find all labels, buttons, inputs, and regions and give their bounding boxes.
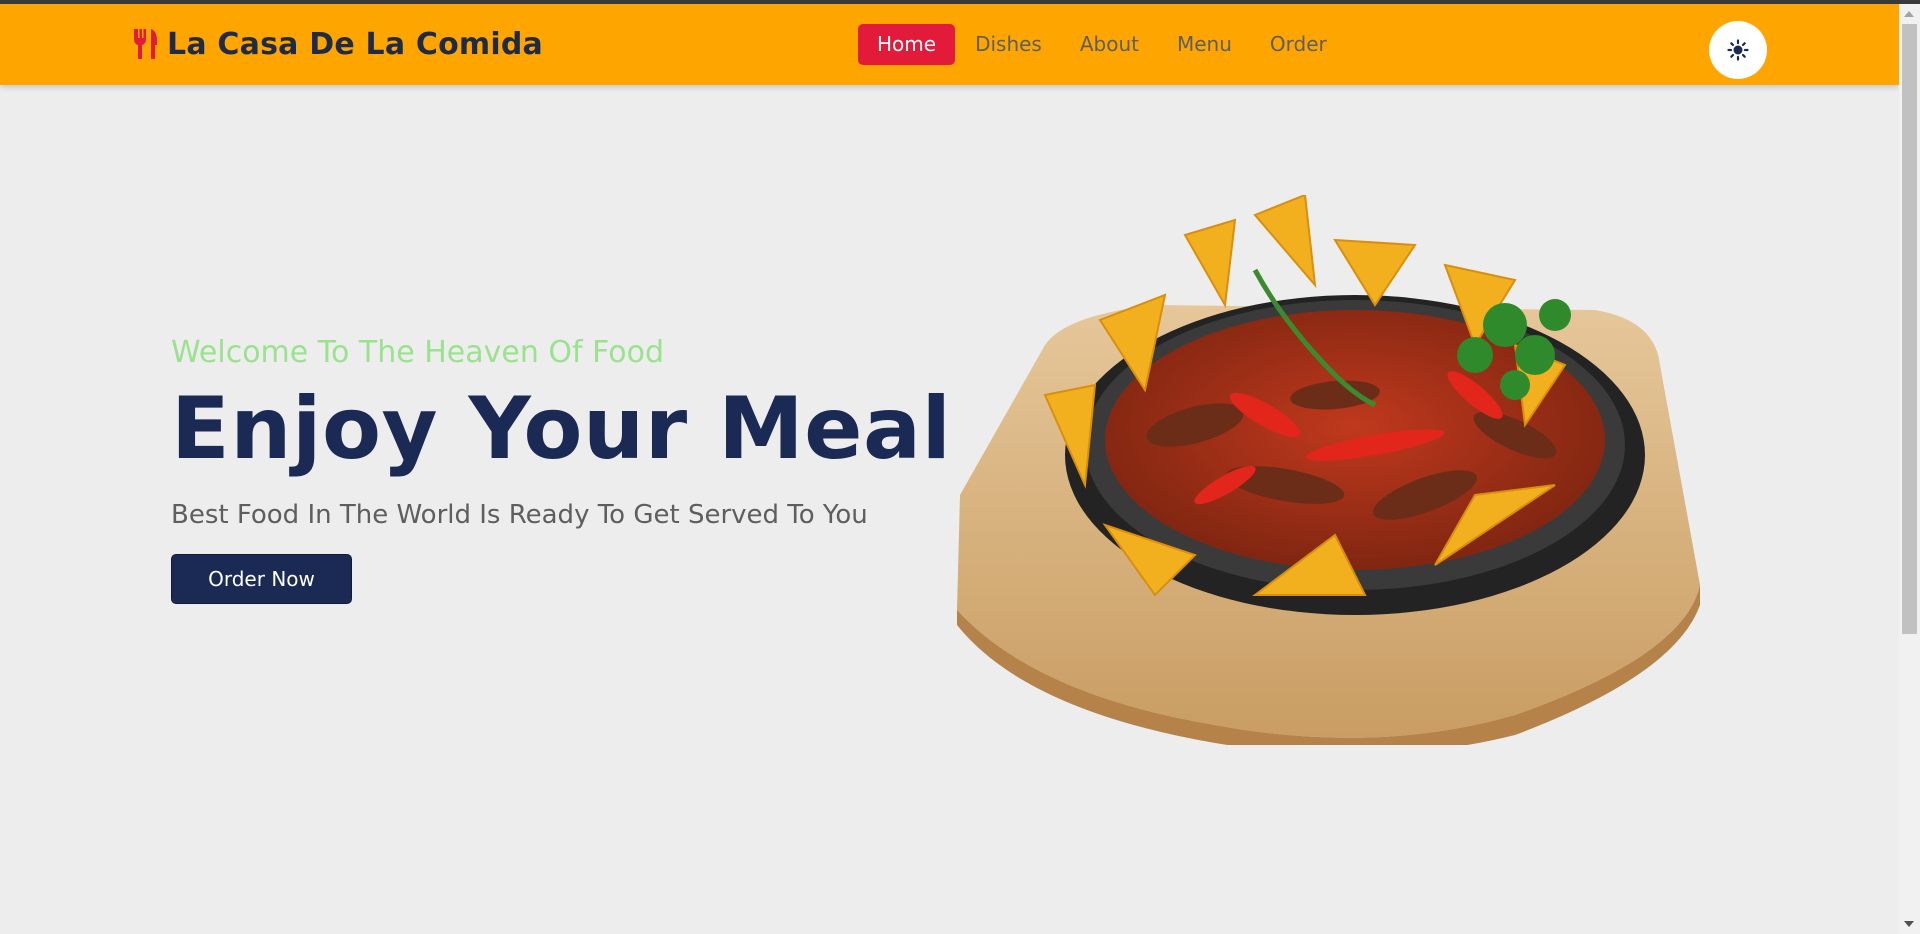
scrollbar-thumb[interactable] [1902, 24, 1917, 634]
hero-welcome-text: Welcome To The Heaven Of Food [171, 335, 665, 370]
theme-toggle-button[interactable] [1709, 21, 1767, 79]
nav-item-dishes[interactable]: Dishes [956, 24, 1061, 65]
page-scrollbar[interactable] [1899, 4, 1920, 934]
main-nav: Home Dishes About Menu Order [858, 24, 1346, 65]
nav-item-menu[interactable]: Menu [1158, 24, 1251, 65]
scroll-up-arrow-icon[interactable] [1904, 11, 1914, 17]
brand-logo-link[interactable]: La Casa De La Comida [131, 24, 543, 64]
hero-section: Welcome To The Heaven Of Food Enjoy Your… [171, 335, 971, 605]
scroll-down-arrow-icon[interactable] [1904, 921, 1914, 927]
navbar: La Casa De La Comida Home Dishes About M… [0, 4, 1899, 85]
hero-headline: Enjoy Your Meal [171, 379, 952, 479]
order-now-button[interactable]: Order Now [171, 554, 352, 605]
utensils-icon [134, 29, 157, 59]
nav-item-order[interactable]: Order [1251, 24, 1346, 65]
sun-icon [1727, 39, 1749, 61]
brand-name: La Casa De La Comida [167, 26, 543, 62]
nav-item-home[interactable]: Home [858, 24, 956, 65]
hero-subtitle: Best Food In The World Is Ready To Get S… [171, 500, 868, 531]
nav-item-about[interactable]: About [1061, 24, 1158, 65]
sizzling-fajita-skillet-image [957, 195, 1700, 745]
